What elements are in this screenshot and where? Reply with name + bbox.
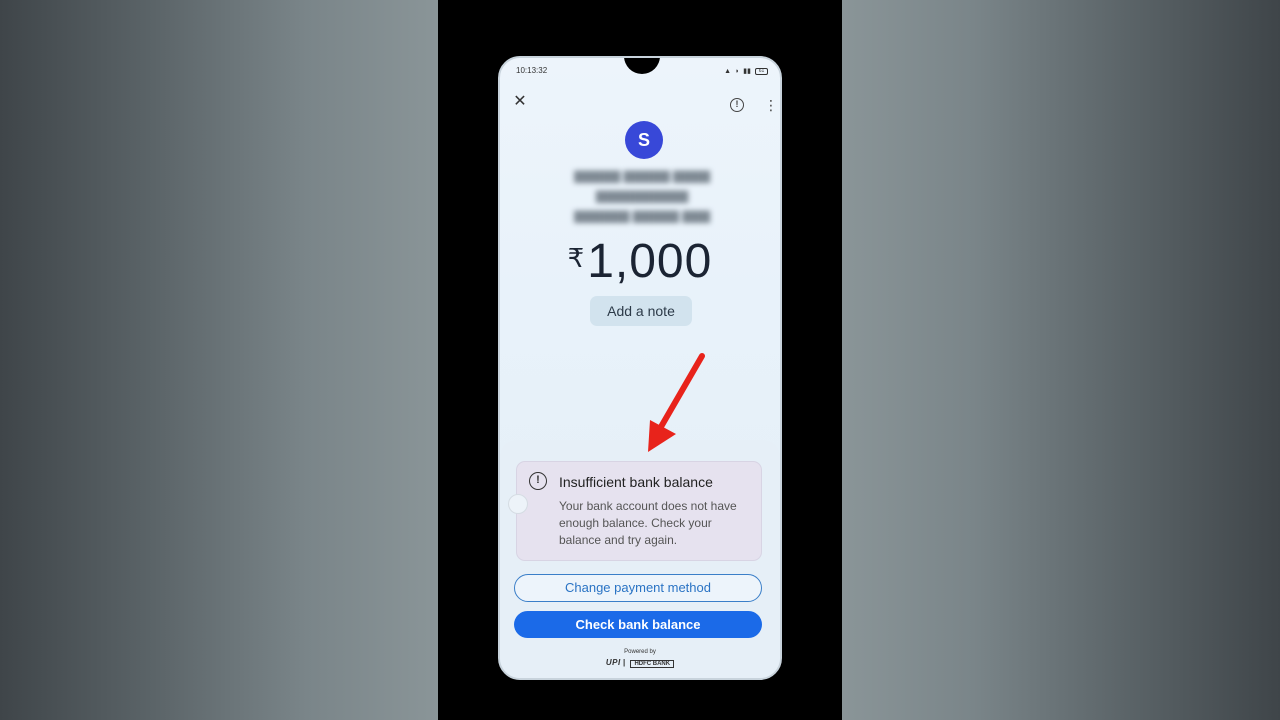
camera-notch bbox=[624, 58, 660, 74]
info-icon[interactable]: ! bbox=[730, 98, 744, 112]
close-icon[interactable]: ✕ bbox=[512, 94, 528, 110]
battery-icon: 61 bbox=[755, 67, 768, 75]
status-time: 10:13:32 bbox=[516, 66, 548, 75]
amount-value: 1,000 bbox=[587, 235, 713, 288]
alert-message: Your bank account does not have enough b… bbox=[559, 499, 737, 547]
hdfc-bank-logo: HDFC BANK bbox=[630, 660, 675, 668]
blurred-background-left bbox=[0, 0, 438, 720]
signal-icon: ▲ bbox=[724, 67, 732, 75]
partner-logos: UPI | HDFC BANK bbox=[500, 658, 780, 668]
insufficient-balance-alert: ! Insufficient bank balance Your bank ac… bbox=[516, 461, 762, 561]
upi-logo: UPI bbox=[605, 658, 621, 667]
wifi-icon: ◗ bbox=[735, 67, 740, 75]
status-icons: ▲ ◗ ▮▮ 61 bbox=[724, 67, 768, 75]
blurred-background-right bbox=[842, 0, 1280, 720]
payment-amount: ₹1,000 bbox=[500, 234, 780, 289]
network-icon: ▮▮ bbox=[743, 68, 751, 75]
edge-handle[interactable] bbox=[508, 494, 528, 514]
more-vertical-icon[interactable]: ⋮ bbox=[764, 98, 778, 114]
currency-symbol: ₹ bbox=[567, 243, 585, 273]
payee-details-blurred: ▇▇▇▇▇ ▇▇▇▇▇ ▇▇▇▇ ▇▇▇▇▇▇▇▇▇▇ ▇▇▇▇▇▇ ▇▇▇▇▇… bbox=[574, 169, 710, 223]
change-payment-method-button[interactable]: Change payment method bbox=[514, 574, 762, 602]
add-note-button[interactable]: Add a note bbox=[590, 296, 692, 326]
arrow-shaft bbox=[655, 353, 705, 435]
red-arrow-annotation bbox=[648, 353, 705, 452]
powered-by-label: Powered by bbox=[624, 649, 656, 655]
alert-title: Insufficient bank balance bbox=[559, 474, 713, 490]
logo-divider: | bbox=[622, 658, 628, 667]
warning-circle-icon: ! bbox=[529, 472, 547, 490]
check-bank-balance-button[interactable]: Check bank balance bbox=[514, 611, 762, 638]
payee-avatar: S bbox=[625, 121, 663, 159]
